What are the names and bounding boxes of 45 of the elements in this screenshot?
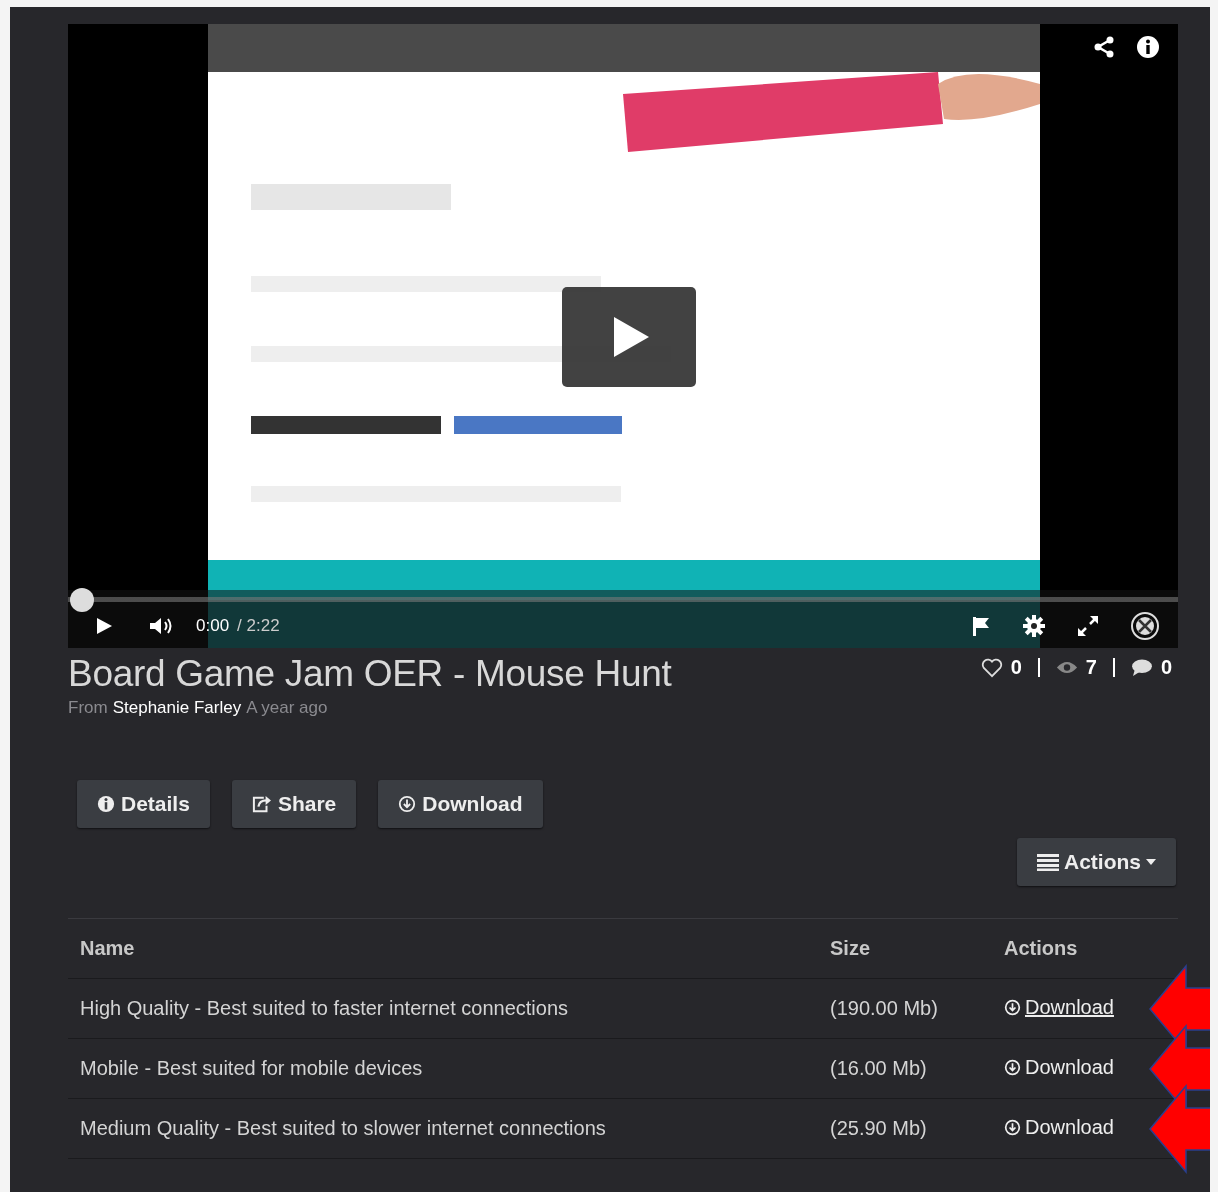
eye-icon: [1055, 660, 1078, 675]
table-cell-text: Medium Quality - Best suited to slower internet connections: [80, 1117, 607, 1140]
elapsed-time: 0:00: [196, 616, 230, 636]
share-icon[interactable]: [1092, 35, 1116, 59]
caret-icon: [1146, 859, 1156, 865]
download-button[interactable]: Download: [378, 780, 543, 828]
crest-icon: [1130, 611, 1160, 641]
play-button[interactable]: [562, 287, 696, 387]
comment-icon: [1130, 658, 1153, 677]
list-icon: [1037, 853, 1059, 871]
stat-count: 7: [1085, 656, 1097, 679]
play-icon[interactable]: [94, 616, 114, 636]
column-header: Name: [80, 937, 136, 960]
info-icon[interactable]: [1136, 35, 1160, 59]
table-cell-text: (190.00 Mb): [830, 997, 939, 1020]
share-icon: [251, 795, 272, 813]
download-link[interactable]: Download: [1004, 1116, 1114, 1139]
info-icon: [97, 795, 115, 813]
table-cell-text: Mobile - Best suited for mobile devices: [80, 1057, 424, 1080]
actions-button[interactable]: Actions: [1017, 838, 1176, 886]
download-icon: [1004, 1059, 1021, 1076]
upload-age: A year ago: [246, 698, 328, 718]
stat-count: 0: [1010, 656, 1022, 679]
volume-icon[interactable]: [148, 616, 174, 636]
share-button[interactable]: Share: [231, 780, 357, 828]
details-button[interactable]: Details: [77, 780, 210, 828]
table-cell-text: (25.90 Mb): [830, 1117, 928, 1140]
table-cell-text: (16.00 Mb): [830, 1057, 928, 1080]
download-link[interactable]: Download: [1004, 1056, 1114, 1079]
video-title: Board Game Jam OER - Mouse Hunt: [68, 652, 672, 696]
download-icon: [398, 795, 417, 813]
progress-track[interactable]: [68, 587, 1178, 613]
download-link[interactable]: Download: [1004, 996, 1114, 1019]
table-cell-text: High Quality - Best suited to faster internet connections: [80, 997, 570, 1020]
byline-prefix: From: [68, 698, 108, 718]
fullscreen-icon[interactable]: [1076, 614, 1100, 638]
download-icon: [1004, 999, 1021, 1016]
column-header: Actions: [1004, 937, 1079, 960]
author-link[interactable]: Stephanie Farley: [112, 698, 242, 718]
column-header: Size: [830, 937, 872, 960]
heart-icon[interactable]: [980, 657, 1003, 678]
download-icon: [1004, 1119, 1021, 1136]
duration-time: / 2:22: [237, 616, 280, 636]
flag-icon[interactable]: [970, 615, 992, 637]
stat-count: 0: [1160, 656, 1172, 679]
